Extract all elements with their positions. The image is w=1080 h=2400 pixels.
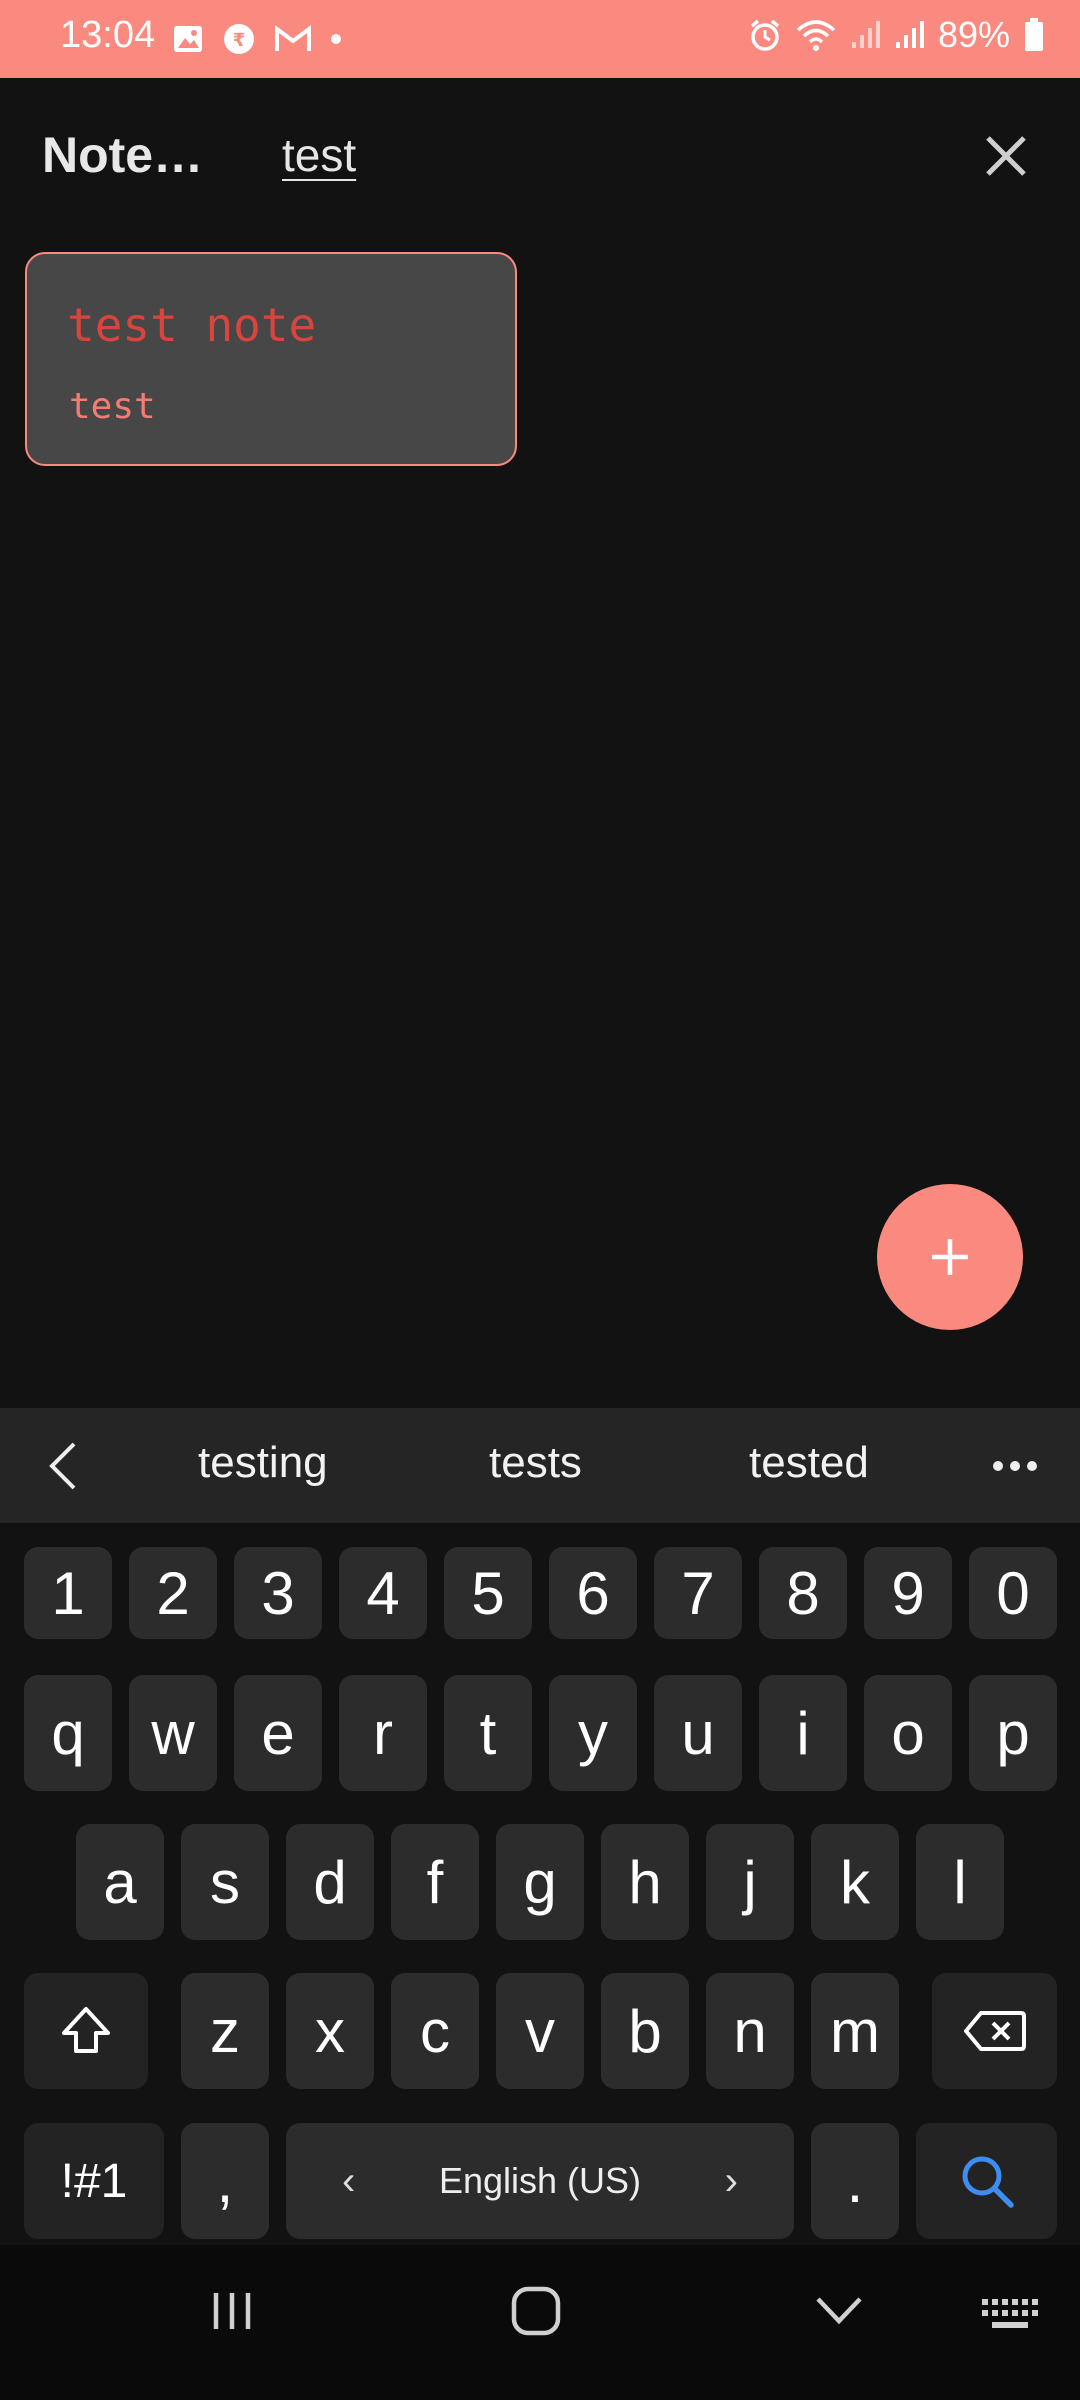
key[interactable]: 6 — [549, 1547, 637, 1639]
key[interactable]: a — [76, 1824, 164, 1940]
wifi-icon — [796, 18, 836, 52]
key[interactable]: h — [601, 1824, 689, 1940]
keyboard: 1 2 3 4 5 6 7 8 9 0 q w e r t y u i o p … — [0, 1523, 1080, 2245]
svg-text:₹: ₹ — [233, 30, 246, 51]
chevron-left-icon — [42, 1440, 82, 1492]
key[interactable]: 2 — [129, 1547, 217, 1639]
key[interactable]: d — [286, 1824, 374, 1940]
key[interactable]: e — [234, 1675, 322, 1791]
note-body: test — [69, 386, 156, 427]
suggestion-word[interactable]: tests — [489, 1438, 582, 1488]
chevron-left-icon: ‹ — [342, 2158, 356, 2203]
key[interactable]: i — [759, 1675, 847, 1791]
key[interactable]: 0 — [969, 1547, 1057, 1639]
home-icon — [510, 2285, 562, 2337]
key[interactable]: x — [286, 1973, 374, 2089]
suggestion-word[interactable]: testing — [198, 1438, 328, 1488]
notification-icons: ₹ — [172, 22, 342, 56]
space-language-label: English (US) — [438, 2160, 642, 2201]
key[interactable]: y — [549, 1675, 637, 1791]
app-header: Note… — [0, 78, 1080, 238]
suggestion-more-button[interactable] — [990, 1456, 1040, 1476]
gallery-icon — [172, 23, 204, 55]
key[interactable]: 4 — [339, 1547, 427, 1639]
key[interactable]: s — [181, 1824, 269, 1940]
key[interactable]: o — [864, 1675, 952, 1791]
key[interactable]: k — [811, 1824, 899, 1940]
battery-percent: 89% — [937, 14, 1010, 55]
battery-icon — [1024, 18, 1044, 52]
add-note-button[interactable] — [877, 1184, 1023, 1330]
signal-icon — [850, 20, 880, 50]
key[interactable]: r — [339, 1675, 427, 1791]
key[interactable]: 8 — [759, 1547, 847, 1639]
backspace-key[interactable] — [932, 1973, 1057, 2089]
chevron-right-icon: › — [724, 2158, 738, 2203]
keyboard-suggestion-bar: testing tests tested — [0, 1408, 1080, 1523]
symbols-key[interactable]: !#1 — [24, 2123, 164, 2239]
gmail-icon — [274, 24, 312, 54]
search-key[interactable] — [916, 2123, 1057, 2239]
key[interactable]: 5 — [444, 1547, 532, 1639]
suggestion-back-button[interactable] — [42, 1440, 82, 1492]
plus-icon — [928, 1235, 972, 1279]
search-icon — [958, 2152, 1016, 2210]
keyboard-switch-button[interactable] — [980, 2297, 1038, 2331]
note-card[interactable]: test note test — [25, 252, 517, 466]
key[interactable]: q — [24, 1675, 112, 1791]
key[interactable]: w — [129, 1675, 217, 1791]
key[interactable]: m — [811, 1973, 899, 2089]
search-input[interactable] — [282, 128, 842, 182]
comma-key[interactable]: , — [181, 2123, 269, 2239]
recents-button[interactable] — [208, 2287, 256, 2335]
app-notification-icon: ₹ — [222, 22, 256, 56]
key[interactable]: n — [706, 1973, 794, 2089]
status-time: 13:04 — [60, 14, 156, 56]
more-horizontal-icon — [990, 1456, 1040, 1476]
key[interactable]: p — [969, 1675, 1057, 1791]
navigation-bar — [0, 2245, 1080, 2400]
app-title: Note… — [42, 127, 204, 183]
key[interactable]: c — [391, 1973, 479, 2089]
key[interactable]: l — [916, 1824, 1004, 1940]
key[interactable]: z — [181, 1973, 269, 2089]
shift-icon — [58, 2003, 114, 2059]
space-key[interactable]: ‹ English (US) › — [286, 2123, 794, 2239]
close-icon — [976, 126, 1036, 186]
hide-keyboard-button[interactable] — [814, 2293, 864, 2327]
key[interactable]: g — [496, 1824, 584, 1940]
home-button[interactable] — [510, 2285, 562, 2337]
close-search-button[interactable] — [976, 126, 1036, 186]
keyboard-icon — [980, 2297, 1038, 2331]
recents-icon — [208, 2287, 256, 2335]
alarm-icon — [748, 18, 782, 52]
key[interactable]: f — [391, 1824, 479, 1940]
dot-icon — [330, 33, 342, 45]
key[interactable]: t — [444, 1675, 532, 1791]
key[interactable]: 9 — [864, 1547, 952, 1639]
status-bar: 13:04 ₹ 89% — [0, 0, 1080, 78]
key[interactable]: j — [706, 1824, 794, 1940]
key[interactable]: 3 — [234, 1547, 322, 1639]
suggestion-word[interactable]: tested — [749, 1438, 869, 1488]
note-title: test note — [67, 298, 317, 352]
key[interactable]: v — [496, 1973, 584, 2089]
key[interactable]: 7 — [654, 1547, 742, 1639]
chevron-down-icon — [814, 2293, 864, 2327]
key[interactable]: 1 — [24, 1547, 112, 1639]
period-key[interactable]: . — [811, 2123, 899, 2239]
backspace-icon — [963, 2009, 1027, 2053]
key[interactable]: b — [601, 1973, 689, 2089]
signal-icon — [894, 20, 924, 50]
shift-key[interactable] — [24, 1973, 148, 2089]
key[interactable]: u — [654, 1675, 742, 1791]
